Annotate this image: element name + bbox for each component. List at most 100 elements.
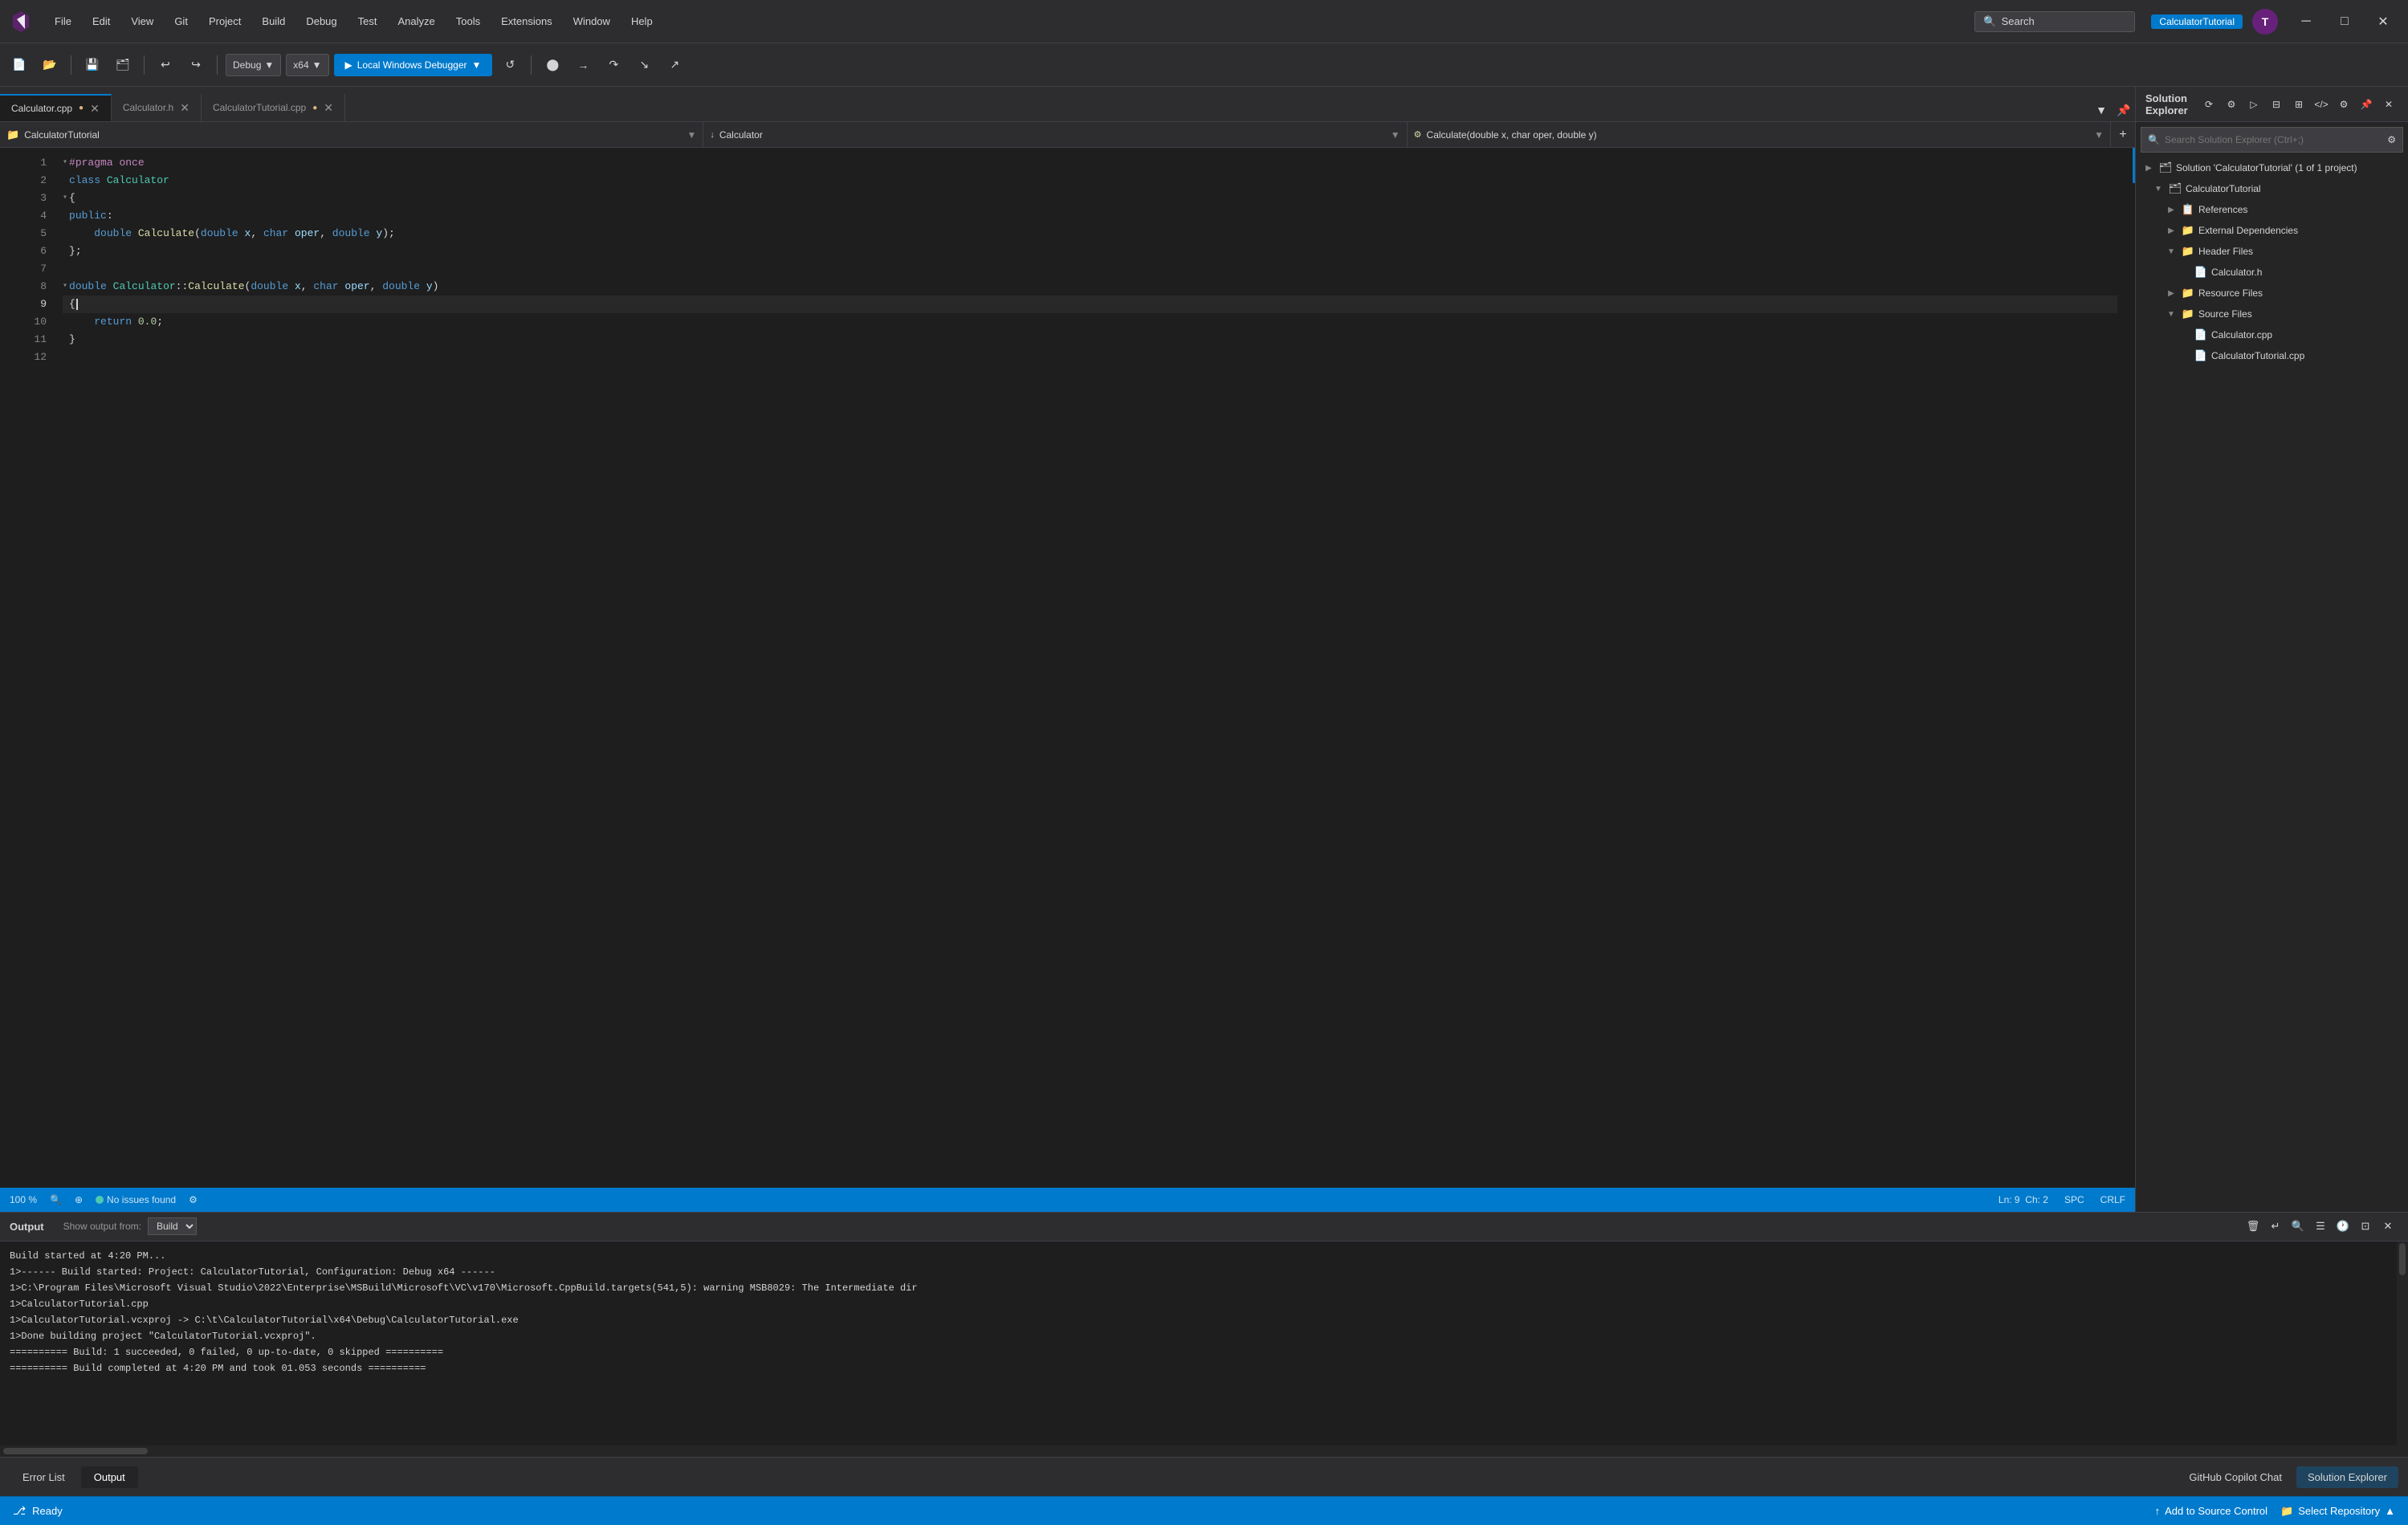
tab-calculatortutorial-cpp[interactable]: CalculatorTutorial.cpp ● ✕ <box>202 94 345 121</box>
tab-calculator-cpp-close[interactable]: ✕ <box>90 103 100 114</box>
code-content[interactable]: ▾ #pragma once class Calculator ▾ { <box>56 148 2124 1188</box>
open-button[interactable]: 📂 <box>37 52 63 78</box>
run-label: Local Windows Debugger <box>357 59 467 71</box>
settings-icon[interactable]: ⚙ <box>189 1194 198 1205</box>
redo-button[interactable]: ↪ <box>183 52 209 78</box>
nav-class-dropdown[interactable]: ↓ Calculator ▼ <box>703 122 1407 147</box>
breakpoint-button[interactable]: ⬤ <box>540 52 565 78</box>
menu-edit[interactable]: Edit <box>83 12 120 31</box>
new-button[interactable]: 📄 <box>6 52 32 78</box>
tab-calculatortutorial-cpp-close[interactable]: ✕ <box>324 102 333 113</box>
tab-error-list[interactable]: Error List <box>10 1466 78 1488</box>
debug-config-dropdown[interactable]: Debug ▼ <box>226 54 281 76</box>
platform-dropdown[interactable]: x64 ▼ <box>286 54 328 76</box>
menu-tools[interactable]: Tools <box>446 12 490 31</box>
tab-list-button[interactable]: ▼ <box>2090 99 2113 121</box>
add-to-source-control-btn[interactable]: ↑ Add to Source Control <box>2155 1505 2267 1517</box>
output-scroll-thumb <box>2399 1243 2406 1275</box>
run-button[interactable]: ▶ Local Windows Debugger ▼ <box>334 54 493 76</box>
se-expand-btn[interactable]: ⊞ <box>2289 95 2308 114</box>
menu-window[interactable]: Window <box>564 12 620 31</box>
output-clock-btn[interactable]: 🕐 <box>2333 1216 2353 1237</box>
github-copilot-chat-btn[interactable]: GitHub Copilot Chat <box>2178 1466 2293 1488</box>
menu-file[interactable]: File <box>45 12 81 31</box>
menu-project[interactable]: Project <box>199 12 251 31</box>
issues-dot <box>96 1196 104 1204</box>
menu-analyze[interactable]: Analyze <box>388 12 444 31</box>
restart-button[interactable]: ↺ <box>497 52 523 78</box>
code-editor[interactable]: 1 2 3 4 5 6 7 8 9 10 11 12 ▾ <box>0 148 2135 1188</box>
se-sync-btn[interactable]: ⟳ <box>2199 95 2219 114</box>
zoom-icon[interactable]: 🔍 <box>50 1194 62 1205</box>
se-close-btn[interactable]: ✕ <box>2379 95 2398 114</box>
tree-calculator-cpp[interactable]: 📄 Calculator.cpp <box>2136 324 2408 345</box>
se-preview-btn[interactable]: ▷ <box>2244 95 2263 114</box>
pin-editor-button[interactable]: 📌 <box>2113 99 2135 121</box>
code-l9-brace: { <box>69 296 75 313</box>
user-avatar[interactable]: T <box>2252 9 2278 35</box>
calculatortutorial-cpp-arrow <box>2178 349 2190 362</box>
save-button[interactable]: 💾 <box>79 52 105 78</box>
editor-scrollbar[interactable] <box>2124 148 2135 1188</box>
se-collapse-btn[interactable]: ⊟ <box>2267 95 2286 114</box>
tree-resource-files[interactable]: ▶ 📁 Resource Files <box>2136 283 2408 304</box>
output-find-btn[interactable]: 🔍 <box>2288 1216 2308 1237</box>
se-code-btn[interactable]: </> <box>2312 95 2331 114</box>
save-all-button[interactable]: 🗂 <box>110 52 136 78</box>
maximize-button[interactable]: □ <box>2326 9 2363 35</box>
tab-output[interactable]: Output <box>81 1466 138 1488</box>
minimize-button[interactable]: ─ <box>2288 9 2324 35</box>
tree-source-files[interactable]: ▼ 📁 Source Files <box>2136 304 2408 324</box>
tree-solution-root[interactable]: ▶ 🗂 Solution 'CalculatorTutorial' (1 of … <box>2136 157 2408 178</box>
tree-calculatortutorial-cpp[interactable]: 📄 CalculatorTutorial.cpp <box>2136 345 2408 366</box>
menu-view[interactable]: View <box>121 12 163 31</box>
global-search[interactable]: 🔍 Search <box>1974 11 2135 32</box>
tree-calculator-h[interactable]: 📄 Calculator.h <box>2136 262 2408 283</box>
tab-calculator-cpp[interactable]: Calculator.cpp ● ✕ <box>0 94 112 121</box>
output-hscroll[interactable] <box>0 1445 2408 1457</box>
output-word-wrap-btn[interactable]: ↵ <box>2265 1216 2286 1237</box>
calculatortutorial-cpp-label: CalculatorTutorial.cpp <box>2211 350 2304 361</box>
output-source-dropdown[interactable]: Build <box>148 1217 197 1235</box>
close-button[interactable]: ✕ <box>2365 9 2402 35</box>
menu-extensions[interactable]: Extensions <box>491 12 562 31</box>
solution-explorer-btn[interactable]: Solution Explorer <box>2296 1466 2398 1488</box>
line-ending: CRLF <box>2100 1194 2125 1205</box>
tree-project[interactable]: ▼ 🗂 CalculatorTutorial <box>2136 178 2408 199</box>
step-over-button[interactable]: ↷ <box>601 52 626 78</box>
output-float-btn[interactable]: ⊡ <box>2355 1216 2376 1237</box>
step-button[interactable]: → <box>570 52 596 78</box>
code-l2-class-kw: class <box>69 172 107 190</box>
tab-calculator-h[interactable]: Calculator.h ✕ <box>112 94 202 121</box>
bottom-tabs: Error List Output <box>10 1466 138 1488</box>
output-clear-btn[interactable]: 🗑 <box>2243 1216 2263 1237</box>
tree-references[interactable]: ▶ 📋 References <box>2136 199 2408 220</box>
platform-label: x64 <box>293 59 308 71</box>
menu-test[interactable]: Test <box>348 12 387 31</box>
tab-calculator-h-close[interactable]: ✕ <box>180 102 189 113</box>
nav-project-dropdown[interactable]: 📁 CalculatorTutorial ▼ <box>0 122 703 147</box>
tree-external-deps[interactable]: ▶ 📁 External Dependencies <box>2136 220 2408 241</box>
output-scrollbar[interactable] <box>2397 1242 2408 1445</box>
undo-button[interactable]: ↩ <box>153 52 178 78</box>
menu-git[interactable]: Git <box>165 12 198 31</box>
nav-project-label: CalculatorTutorial <box>24 129 100 141</box>
se-search-settings[interactable]: ⚙ <box>2387 134 2396 145</box>
se-filter-btn[interactable]: ⚙ <box>2222 95 2241 114</box>
nav-add-button[interactable]: + <box>2111 123 2135 147</box>
menu-debug[interactable]: Debug <box>296 12 346 31</box>
output-list-btn[interactable]: ☰ <box>2310 1216 2331 1237</box>
se-search-bar[interactable]: 🔍 ⚙ <box>2141 127 2403 153</box>
se-pin-btn[interactable]: 📌 <box>2357 95 2376 114</box>
menu-build[interactable]: Build <box>252 12 295 31</box>
se-settings-btn[interactable]: ⚙ <box>2334 95 2353 114</box>
menu-help[interactable]: Help <box>621 12 662 31</box>
step-out-button[interactable]: ↗ <box>662 52 687 78</box>
output-close-btn[interactable]: ✕ <box>2377 1216 2398 1237</box>
step-into-button[interactable]: ↘ <box>631 52 657 78</box>
platform-arrow: ▼ <box>312 59 322 71</box>
tree-header-files[interactable]: ▼ 📁 Header Files <box>2136 241 2408 262</box>
se-search-input[interactable] <box>2165 134 2382 145</box>
select-repository-btn[interactable]: 📁 Select Repository ▲ <box>2280 1505 2395 1518</box>
nav-method-dropdown[interactable]: ⚙ Calculate(double x, char oper, double … <box>1408 122 2111 147</box>
